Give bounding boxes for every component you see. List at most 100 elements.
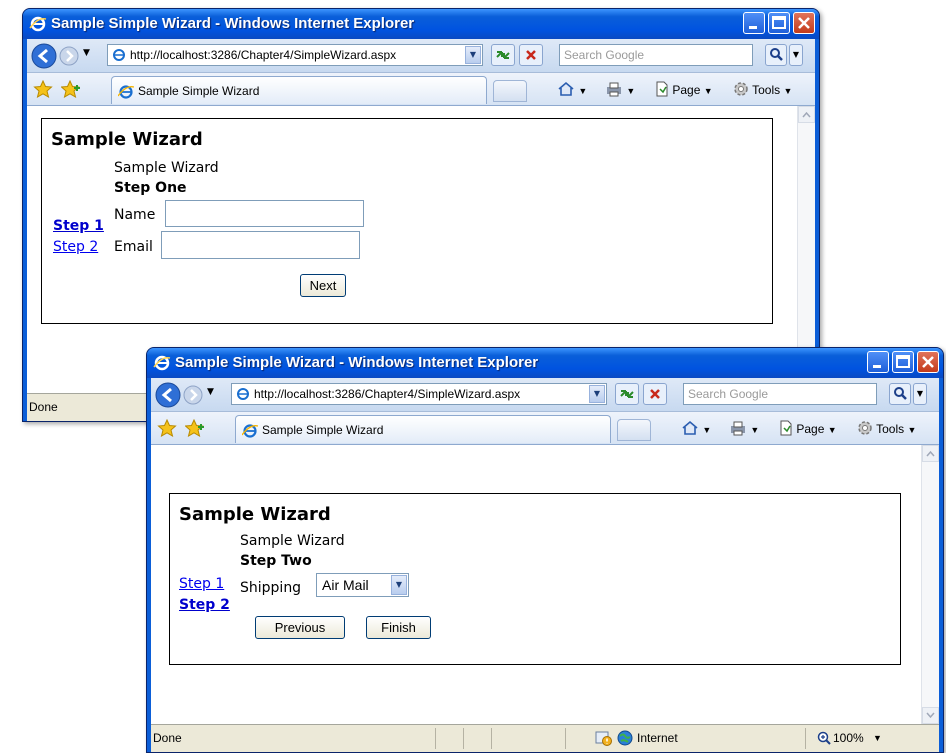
favorites-star-icon[interactable] [33,80,53,98]
address-dropdown-icon[interactable]: ▼ [589,385,605,403]
status-divider [805,728,806,749]
tab-title: Sample Simple Wizard [138,84,260,98]
maximize-button[interactable] [892,351,914,373]
zoom-level[interactable]: 100% [833,731,864,745]
close-button[interactable] [917,351,939,373]
status-text: Done [153,731,182,745]
print-button[interactable]: ▼ [605,81,635,97]
wizard-panel: Sample Wizard Sample Wizard Step Two Ste… [169,493,901,665]
close-button[interactable] [793,12,815,34]
sidebar-step-2-link[interactable]: Step 2 [53,239,98,255]
minimize-button[interactable] [743,12,765,34]
address-bar[interactable]: http://localhost:3286/Chapter4/SimpleWiz… [231,383,607,405]
page-menu-label: Page [796,422,825,436]
title-bar[interactable]: Sample Simple Wizard - Windows Internet … [23,9,819,39]
new-tab-button[interactable] [617,419,651,441]
browser-tab[interactable]: Sample Simple Wizard [235,415,611,443]
scroll-up-button[interactable] [798,106,815,123]
page-menu[interactable]: Page ▼ [655,81,713,97]
wizard-subheading: Sample Wizard [114,160,219,176]
favorites-bar: Sample Simple Wizard ▼ ▼ Page ▼ Tools ▼ [151,412,939,445]
previous-button[interactable]: Previous [255,616,345,639]
status-divider [435,728,436,749]
add-favorite-icon[interactable] [185,419,205,437]
history-dropdown-icon[interactable]: ▼ [83,48,90,58]
internet-globe-icon [617,730,633,746]
ie-logo-icon [153,355,171,371]
zoom-dropdown-icon[interactable]: ▼ [873,733,882,743]
gear-icon [734,82,748,96]
add-favorite-icon[interactable] [61,80,81,98]
search-button[interactable] [765,44,787,66]
status-text: Done [29,400,58,414]
finish-button[interactable]: Finish [366,616,431,639]
tools-menu[interactable]: Tools ▼ [857,420,916,436]
new-tab-button[interactable] [493,80,527,102]
history-dropdown-icon[interactable]: ▼ [207,387,214,397]
shipping-label: Shipping [240,580,302,596]
address-text: http://localhost:3286/Chapter4/SimpleWiz… [254,387,521,401]
home-icon [682,420,698,435]
email-input[interactable] [161,231,360,259]
email-label: Email [114,239,153,255]
sidebar-step-1-link[interactable]: Step 1 [179,576,224,592]
favorites-bar: Sample Simple Wizard ▼ ▼ Page ▼ Tools ▼ [27,73,815,106]
sidebar-step-2-link[interactable]: Step 2 [179,597,230,613]
stop-button[interactable] [519,44,543,66]
favorites-star-icon[interactable] [157,419,177,437]
scroll-up-button[interactable] [922,445,939,462]
back-arrow-icon[interactable] [154,381,182,409]
printer-icon [731,421,745,436]
stop-icon [650,389,660,399]
wizard-heading: Sample Wizard [51,129,203,150]
maximize-button[interactable] [768,12,790,34]
search-button[interactable] [889,383,911,405]
tools-menu[interactable]: Tools ▼ [733,81,792,97]
shipping-select[interactable]: Air Mail ▼ [316,573,409,597]
title-bar[interactable]: Sample Simple Wizard - Windows Internet … [147,348,943,378]
search-input[interactable]: Search Google [559,44,753,66]
vertical-scrollbar[interactable] [921,445,939,724]
shipping-selected-value: Air Mail [322,577,369,593]
refresh-button[interactable] [491,44,515,66]
forward-arrow-icon[interactable] [182,384,204,406]
home-button[interactable]: ▼ [681,420,711,436]
name-input[interactable] [165,200,364,227]
stop-icon [526,50,536,60]
forward-arrow-icon[interactable] [58,45,80,67]
window-title: Sample Simple Wizard - Windows Internet … [51,15,415,32]
minimize-button[interactable] [867,351,889,373]
refresh-button[interactable] [615,383,639,405]
scroll-down-button[interactable] [922,707,939,724]
refresh-icon [620,390,634,398]
home-button[interactable]: ▼ [557,81,587,97]
ie-tab-icon [118,85,134,99]
tools-menu-label: Tools [752,83,781,97]
protected-mode-icon[interactable] [595,730,613,746]
search-input[interactable]: Search Google [683,383,877,405]
status-divider [491,728,492,749]
page-menu[interactable]: Page ▼ [779,420,837,436]
status-bar: Done Internet 100% ▼ [151,724,939,752]
address-dropdown-icon[interactable]: ▼ [465,46,481,64]
status-divider [565,728,566,749]
zoom-icon[interactable] [817,731,831,745]
chevron-up-icon [802,111,811,118]
next-button[interactable]: Next [300,274,346,297]
address-bar[interactable]: http://localhost:3286/Chapter4/SimpleWiz… [107,44,483,66]
ie-logo-icon [29,16,47,32]
address-text: http://localhost:3286/Chapter4/SimpleWiz… [130,48,397,62]
print-button[interactable]: ▼ [729,420,759,436]
search-options-dropdown-icon[interactable]: ▼ [789,44,803,66]
wizard-subheading: Sample Wizard [240,533,345,549]
search-options-dropdown-icon[interactable]: ▼ [913,383,927,405]
page-icon [780,420,792,436]
printer-icon [607,82,621,97]
sidebar-step-1-link[interactable]: Step 1 [53,218,104,234]
chevron-down-icon[interactable]: ▼ [391,575,407,595]
browser-tab[interactable]: Sample Simple Wizard [111,76,487,104]
back-arrow-icon[interactable] [30,42,58,70]
page-icon [656,81,668,97]
search-placeholder: Search Google [564,48,645,62]
stop-button[interactable] [643,383,667,405]
